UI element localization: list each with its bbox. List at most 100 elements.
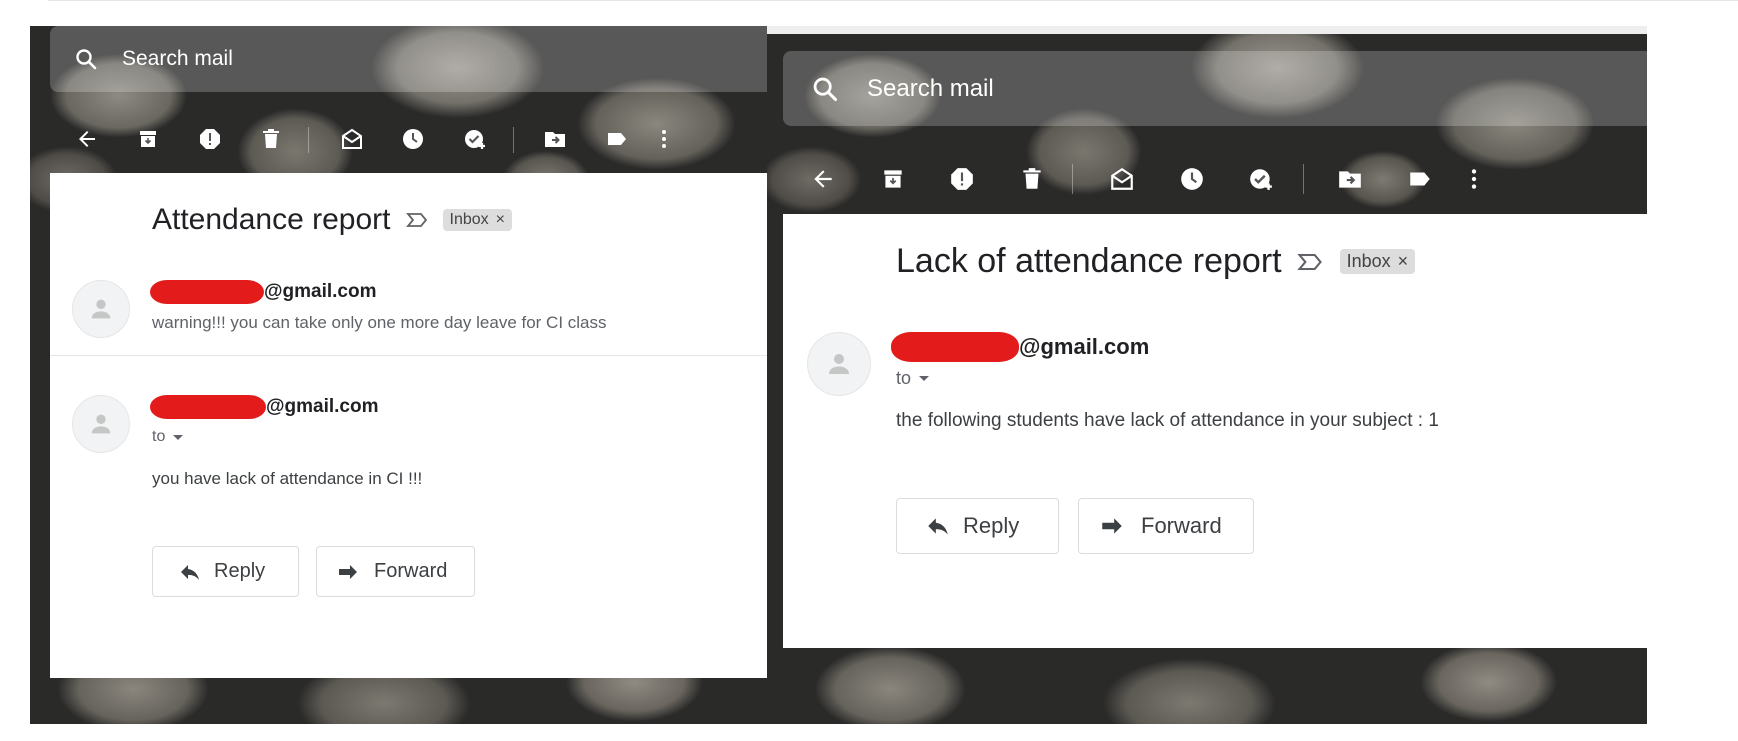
mark-unread-button[interactable]	[332, 119, 372, 159]
forward-button[interactable]: Forward	[1078, 498, 1254, 554]
message-divider	[50, 355, 767, 356]
back-arrow-icon	[79, 131, 95, 147]
report-spam-icon	[951, 168, 973, 190]
add-to-tasks-icon	[1250, 169, 1272, 190]
search-bar[interactable]: Search mail	[783, 51, 1647, 126]
sender-domain: @gmail.com	[264, 281, 377, 302]
message-body: the following students have lack of atte…	[896, 410, 1439, 431]
sender-domain: @gmail.com	[1019, 334, 1150, 359]
email-subject: Lack of attendance report	[896, 242, 1282, 280]
search-icon	[76, 49, 97, 70]
add-to-tasks-icon	[465, 130, 485, 149]
top-border-line	[48, 0, 1738, 1]
more-options-icon	[1471, 169, 1477, 189]
recipient-details-toggle[interactable]: to	[152, 428, 184, 446]
report-spam-button[interactable]	[190, 119, 230, 159]
search-input[interactable]: Search mail	[122, 47, 233, 71]
snooze-button[interactable]	[393, 119, 433, 159]
toolbar-separator	[1072, 164, 1073, 194]
label-button[interactable]	[597, 119, 637, 159]
redaction-mark	[891, 332, 1019, 362]
reply-button[interactable]: Reply	[896, 498, 1059, 554]
more-options-button[interactable]	[1451, 156, 1497, 202]
report-spam-icon	[200, 129, 220, 149]
more-options-button[interactable]	[644, 119, 684, 159]
forward-icon	[1102, 518, 1122, 534]
importance-marker-icon[interactable]	[1296, 248, 1324, 276]
sender-email[interactable]: @gmail.com	[891, 332, 1149, 362]
archive-button[interactable]	[128, 119, 168, 159]
avatar[interactable]	[72, 280, 130, 338]
redaction-mark	[150, 395, 266, 419]
reply-icon	[928, 518, 948, 535]
label-button[interactable]	[1397, 156, 1443, 202]
remove-label-icon[interactable]: ×	[1398, 251, 1409, 272]
delete-button[interactable]	[251, 119, 291, 159]
back-arrow-icon	[814, 170, 832, 188]
delete-icon	[1023, 168, 1041, 189]
caret-down-icon	[173, 434, 184, 440]
search-icon	[813, 77, 838, 101]
add-to-tasks-button[interactable]	[1238, 156, 1284, 202]
message-toolbar	[30, 119, 767, 159]
toolbar-separator	[1303, 164, 1304, 194]
person-icon	[829, 354, 849, 374]
toolbar-separator	[308, 127, 309, 153]
person-icon	[91, 299, 111, 319]
report-spam-button[interactable]	[939, 156, 985, 202]
forward-label: Forward	[1141, 513, 1222, 538]
caret-down-icon	[919, 376, 930, 381]
email-subject: Attendance report	[152, 203, 391, 236]
reply-label: Reply	[214, 560, 266, 582]
person-icon	[91, 414, 111, 434]
message-body: you have lack of attendance in CI !!!	[152, 469, 423, 488]
label-icon	[608, 133, 626, 145]
panel-top-strip	[767, 26, 1647, 34]
forward-label: Forward	[374, 560, 448, 582]
search-bar[interactable]: Search mail	[50, 26, 767, 92]
avatar[interactable]	[72, 395, 130, 453]
avatar[interactable]	[807, 332, 871, 396]
sender-domain: @gmail.com	[266, 396, 379, 417]
forward-button[interactable]: Forward	[316, 546, 475, 597]
subject-line: Lack of attendance report Inbox ×	[896, 242, 1416, 281]
right-gmail-screenshot: Search mail Lack of attendance report In…	[767, 26, 1647, 724]
redaction-mark	[150, 280, 264, 304]
snooze-button[interactable]	[1169, 156, 1215, 202]
delete-icon	[263, 129, 279, 148]
more-options-icon	[662, 130, 666, 148]
label-icon	[1410, 172, 1430, 186]
badge-text: Inbox	[1346, 251, 1391, 271]
reply-icon	[181, 564, 199, 580]
message-card: Lack of attendance report Inbox × @gmail…	[783, 214, 1647, 648]
snooze-icon	[403, 129, 423, 149]
mark-unread-icon	[342, 128, 362, 149]
sender-email[interactable]: @gmail.com	[150, 395, 379, 419]
recipient-details-toggle[interactable]: to	[896, 368, 930, 389]
toolbar-separator	[513, 127, 514, 153]
message-card: Attendance report Inbox × @gmail.com war…	[50, 173, 767, 678]
delete-button[interactable]	[1009, 156, 1055, 202]
sender-email[interactable]: @gmail.com	[150, 280, 377, 304]
inbox-label-badge[interactable]: Inbox ×	[442, 209, 512, 231]
importance-marker-icon[interactable]	[405, 208, 429, 232]
move-to-button[interactable]	[535, 119, 575, 159]
move-to-button[interactable]	[1327, 156, 1373, 202]
reply-button[interactable]: Reply	[152, 546, 299, 597]
mark-unread-icon	[1111, 167, 1133, 190]
left-gmail-screenshot: Search mail Attendance report Inbox × @g…	[30, 26, 767, 724]
archive-icon	[884, 170, 902, 188]
move-to-icon	[545, 132, 565, 147]
back-button[interactable]	[67, 119, 107, 159]
forward-icon	[339, 564, 357, 579]
mark-unread-button[interactable]	[1099, 156, 1145, 202]
remove-label-icon[interactable]: ×	[496, 211, 505, 229]
badge-text: Inbox	[449, 211, 489, 228]
back-button[interactable]	[800, 156, 846, 202]
archive-button[interactable]	[870, 156, 916, 202]
search-input[interactable]: Search mail	[867, 75, 994, 103]
subject-line: Attendance report Inbox ×	[152, 203, 512, 237]
add-to-tasks-button[interactable]	[455, 119, 495, 159]
collapsed-message-snippet[interactable]: warning!!! you can take only one more da…	[152, 313, 607, 333]
inbox-label-badge[interactable]: Inbox ×	[1339, 249, 1416, 274]
